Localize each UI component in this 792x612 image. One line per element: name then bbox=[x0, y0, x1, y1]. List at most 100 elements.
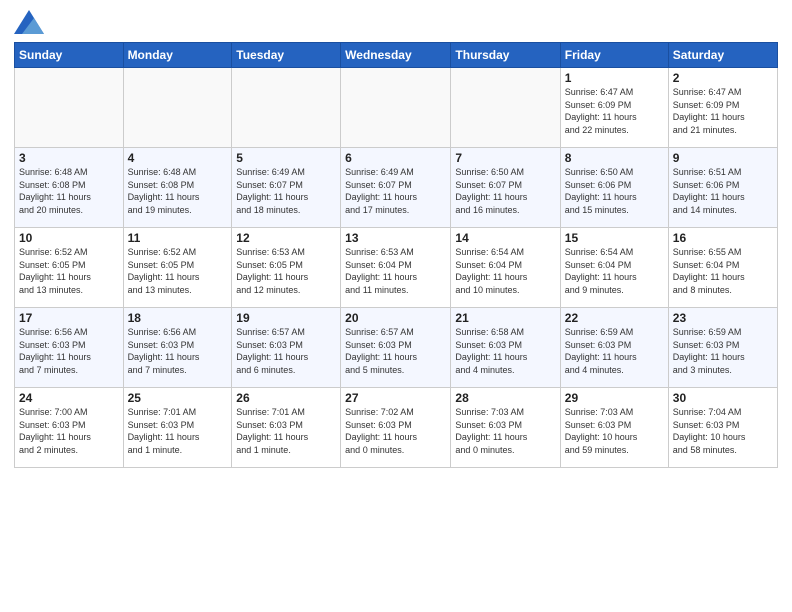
weekday-header-wednesday: Wednesday bbox=[341, 43, 451, 68]
calendar-cell: 29Sunrise: 7:03 AM Sunset: 6:03 PM Dayli… bbox=[560, 388, 668, 468]
day-number: 14 bbox=[455, 231, 555, 245]
calendar-cell bbox=[451, 68, 560, 148]
calendar-cell: 17Sunrise: 6:56 AM Sunset: 6:03 PM Dayli… bbox=[15, 308, 124, 388]
day-number: 16 bbox=[673, 231, 773, 245]
day-info: Sunrise: 7:04 AM Sunset: 6:03 PM Dayligh… bbox=[673, 406, 773, 456]
calendar-cell bbox=[123, 68, 232, 148]
day-number: 10 bbox=[19, 231, 119, 245]
day-number: 18 bbox=[128, 311, 228, 325]
day-info: Sunrise: 7:02 AM Sunset: 6:03 PM Dayligh… bbox=[345, 406, 446, 456]
day-info: Sunrise: 6:48 AM Sunset: 6:08 PM Dayligh… bbox=[128, 166, 228, 216]
logo-icon bbox=[14, 10, 44, 34]
day-number: 8 bbox=[565, 151, 664, 165]
day-info: Sunrise: 6:57 AM Sunset: 6:03 PM Dayligh… bbox=[236, 326, 336, 376]
calendar-cell: 26Sunrise: 7:01 AM Sunset: 6:03 PM Dayli… bbox=[232, 388, 341, 468]
day-info: Sunrise: 7:03 AM Sunset: 6:03 PM Dayligh… bbox=[565, 406, 664, 456]
day-info: Sunrise: 6:54 AM Sunset: 6:04 PM Dayligh… bbox=[565, 246, 664, 296]
logo bbox=[14, 10, 48, 34]
weekday-header-tuesday: Tuesday bbox=[232, 43, 341, 68]
day-number: 7 bbox=[455, 151, 555, 165]
day-info: Sunrise: 6:47 AM Sunset: 6:09 PM Dayligh… bbox=[565, 86, 664, 136]
day-info: Sunrise: 6:52 AM Sunset: 6:05 PM Dayligh… bbox=[19, 246, 119, 296]
calendar-cell: 2Sunrise: 6:47 AM Sunset: 6:09 PM Daylig… bbox=[668, 68, 777, 148]
day-info: Sunrise: 7:00 AM Sunset: 6:03 PM Dayligh… bbox=[19, 406, 119, 456]
calendar-cell: 20Sunrise: 6:57 AM Sunset: 6:03 PM Dayli… bbox=[341, 308, 451, 388]
day-number: 21 bbox=[455, 311, 555, 325]
day-info: Sunrise: 7:01 AM Sunset: 6:03 PM Dayligh… bbox=[236, 406, 336, 456]
calendar-cell: 7Sunrise: 6:50 AM Sunset: 6:07 PM Daylig… bbox=[451, 148, 560, 228]
day-number: 2 bbox=[673, 71, 773, 85]
day-info: Sunrise: 6:50 AM Sunset: 6:07 PM Dayligh… bbox=[455, 166, 555, 216]
calendar-cell: 19Sunrise: 6:57 AM Sunset: 6:03 PM Dayli… bbox=[232, 308, 341, 388]
week-row-1: 1Sunrise: 6:47 AM Sunset: 6:09 PM Daylig… bbox=[15, 68, 778, 148]
calendar-cell: 22Sunrise: 6:59 AM Sunset: 6:03 PM Dayli… bbox=[560, 308, 668, 388]
week-row-3: 10Sunrise: 6:52 AM Sunset: 6:05 PM Dayli… bbox=[15, 228, 778, 308]
calendar-cell bbox=[15, 68, 124, 148]
day-info: Sunrise: 6:54 AM Sunset: 6:04 PM Dayligh… bbox=[455, 246, 555, 296]
day-info: Sunrise: 6:53 AM Sunset: 6:04 PM Dayligh… bbox=[345, 246, 446, 296]
day-number: 25 bbox=[128, 391, 228, 405]
weekday-header-row: SundayMondayTuesdayWednesdayThursdayFrid… bbox=[15, 43, 778, 68]
calendar-cell: 1Sunrise: 6:47 AM Sunset: 6:09 PM Daylig… bbox=[560, 68, 668, 148]
calendar-cell: 4Sunrise: 6:48 AM Sunset: 6:08 PM Daylig… bbox=[123, 148, 232, 228]
day-number: 3 bbox=[19, 151, 119, 165]
day-number: 11 bbox=[128, 231, 228, 245]
day-info: Sunrise: 6:51 AM Sunset: 6:06 PM Dayligh… bbox=[673, 166, 773, 216]
calendar-cell: 6Sunrise: 6:49 AM Sunset: 6:07 PM Daylig… bbox=[341, 148, 451, 228]
day-number: 23 bbox=[673, 311, 773, 325]
calendar-cell: 9Sunrise: 6:51 AM Sunset: 6:06 PM Daylig… bbox=[668, 148, 777, 228]
day-info: Sunrise: 6:50 AM Sunset: 6:06 PM Dayligh… bbox=[565, 166, 664, 216]
day-info: Sunrise: 6:52 AM Sunset: 6:05 PM Dayligh… bbox=[128, 246, 228, 296]
day-info: Sunrise: 6:58 AM Sunset: 6:03 PM Dayligh… bbox=[455, 326, 555, 376]
calendar-cell: 12Sunrise: 6:53 AM Sunset: 6:05 PM Dayli… bbox=[232, 228, 341, 308]
day-info: Sunrise: 6:53 AM Sunset: 6:05 PM Dayligh… bbox=[236, 246, 336, 296]
calendar-cell: 8Sunrise: 6:50 AM Sunset: 6:06 PM Daylig… bbox=[560, 148, 668, 228]
calendar-cell: 5Sunrise: 6:49 AM Sunset: 6:07 PM Daylig… bbox=[232, 148, 341, 228]
day-number: 4 bbox=[128, 151, 228, 165]
day-number: 9 bbox=[673, 151, 773, 165]
day-number: 15 bbox=[565, 231, 664, 245]
day-info: Sunrise: 6:49 AM Sunset: 6:07 PM Dayligh… bbox=[236, 166, 336, 216]
day-number: 13 bbox=[345, 231, 446, 245]
calendar-cell: 14Sunrise: 6:54 AM Sunset: 6:04 PM Dayli… bbox=[451, 228, 560, 308]
day-number: 12 bbox=[236, 231, 336, 245]
weekday-header-friday: Friday bbox=[560, 43, 668, 68]
calendar-cell: 25Sunrise: 7:01 AM Sunset: 6:03 PM Dayli… bbox=[123, 388, 232, 468]
page: SundayMondayTuesdayWednesdayThursdayFrid… bbox=[0, 0, 792, 612]
calendar-cell: 18Sunrise: 6:56 AM Sunset: 6:03 PM Dayli… bbox=[123, 308, 232, 388]
header bbox=[14, 10, 778, 34]
day-info: Sunrise: 6:57 AM Sunset: 6:03 PM Dayligh… bbox=[345, 326, 446, 376]
calendar-cell: 27Sunrise: 7:02 AM Sunset: 6:03 PM Dayli… bbox=[341, 388, 451, 468]
day-number: 28 bbox=[455, 391, 555, 405]
calendar-cell: 16Sunrise: 6:55 AM Sunset: 6:04 PM Dayli… bbox=[668, 228, 777, 308]
day-info: Sunrise: 6:49 AM Sunset: 6:07 PM Dayligh… bbox=[345, 166, 446, 216]
calendar-cell: 30Sunrise: 7:04 AM Sunset: 6:03 PM Dayli… bbox=[668, 388, 777, 468]
day-info: Sunrise: 6:59 AM Sunset: 6:03 PM Dayligh… bbox=[565, 326, 664, 376]
day-number: 22 bbox=[565, 311, 664, 325]
day-info: Sunrise: 6:59 AM Sunset: 6:03 PM Dayligh… bbox=[673, 326, 773, 376]
day-number: 19 bbox=[236, 311, 336, 325]
calendar-cell bbox=[232, 68, 341, 148]
week-row-5: 24Sunrise: 7:00 AM Sunset: 6:03 PM Dayli… bbox=[15, 388, 778, 468]
calendar: SundayMondayTuesdayWednesdayThursdayFrid… bbox=[14, 42, 778, 468]
day-number: 6 bbox=[345, 151, 446, 165]
weekday-header-sunday: Sunday bbox=[15, 43, 124, 68]
calendar-cell: 15Sunrise: 6:54 AM Sunset: 6:04 PM Dayli… bbox=[560, 228, 668, 308]
calendar-cell bbox=[341, 68, 451, 148]
day-number: 30 bbox=[673, 391, 773, 405]
calendar-cell: 28Sunrise: 7:03 AM Sunset: 6:03 PM Dayli… bbox=[451, 388, 560, 468]
day-number: 5 bbox=[236, 151, 336, 165]
weekday-header-saturday: Saturday bbox=[668, 43, 777, 68]
day-info: Sunrise: 7:01 AM Sunset: 6:03 PM Dayligh… bbox=[128, 406, 228, 456]
day-number: 24 bbox=[19, 391, 119, 405]
calendar-cell: 23Sunrise: 6:59 AM Sunset: 6:03 PM Dayli… bbox=[668, 308, 777, 388]
day-info: Sunrise: 6:56 AM Sunset: 6:03 PM Dayligh… bbox=[128, 326, 228, 376]
day-info: Sunrise: 6:55 AM Sunset: 6:04 PM Dayligh… bbox=[673, 246, 773, 296]
day-number: 17 bbox=[19, 311, 119, 325]
day-number: 29 bbox=[565, 391, 664, 405]
calendar-cell: 21Sunrise: 6:58 AM Sunset: 6:03 PM Dayli… bbox=[451, 308, 560, 388]
calendar-cell: 11Sunrise: 6:52 AM Sunset: 6:05 PM Dayli… bbox=[123, 228, 232, 308]
calendar-cell: 24Sunrise: 7:00 AM Sunset: 6:03 PM Dayli… bbox=[15, 388, 124, 468]
day-number: 20 bbox=[345, 311, 446, 325]
week-row-4: 17 Sunrise: 6:56 AM Sunset: 6:03 PM Dayli… bbox=[15, 308, 778, 388]
